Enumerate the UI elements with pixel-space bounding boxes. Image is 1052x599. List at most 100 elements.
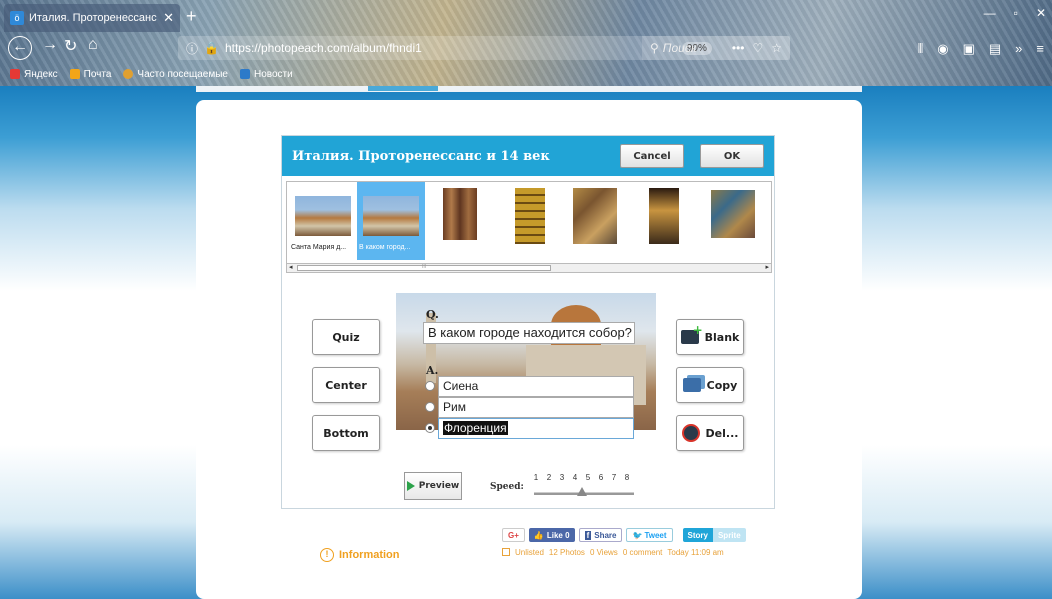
like-button[interactable]: 👍 Like 0 xyxy=(528,528,575,542)
vk-icon xyxy=(239,69,250,79)
thumbnail-scrollbar[interactable]: ◂ III ▸ xyxy=(286,263,772,273)
speed-label: Speed: xyxy=(490,482,524,492)
answer-text-selected: Флоренция xyxy=(443,421,508,435)
favicon-icon: ö xyxy=(10,11,24,25)
question-label: Q. xyxy=(426,308,439,321)
extension-icon[interactable]: ◉ xyxy=(937,41,948,57)
back-icon[interactable]: ← xyxy=(8,36,32,60)
search-input[interactable]: ⚲ Поиск xyxy=(642,36,790,60)
question-input[interactable]: В каком городе находится собор? xyxy=(423,322,635,344)
speed-slider-thumb[interactable] xyxy=(576,487,587,496)
story-toggle[interactable]: Story xyxy=(682,528,713,542)
thumbnail-image xyxy=(363,196,419,236)
url-text[interactable]: https://photopeach.com/album/fhndi1 xyxy=(225,41,682,55)
bookmark-item[interactable]: Яндекс xyxy=(10,69,58,80)
speed-tick: 3 xyxy=(559,473,565,482)
copy-label: Copy xyxy=(706,378,738,392)
blank-label: Blank xyxy=(704,330,740,344)
preview-button[interactable]: Preview xyxy=(404,472,462,500)
tweet-button[interactable]: 🐦 Tweet xyxy=(626,528,673,542)
thumbnail-image xyxy=(295,196,351,236)
lock-icon: 🔒 xyxy=(204,41,219,55)
checkbox-icon[interactable] xyxy=(502,548,510,556)
thumbnail-item-selected[interactable]: В каком город... xyxy=(357,182,425,260)
browser-tab[interactable]: ö Италия. Проторенессанс и 14 ✕ xyxy=(4,4,180,32)
gear-icon xyxy=(123,69,134,79)
window-controls: — ▫ ✕ xyxy=(984,6,1046,20)
search-icon: ⚲ xyxy=(650,41,659,55)
overflow-icon[interactable]: » xyxy=(1015,41,1022,57)
thumbnail-image xyxy=(443,188,477,240)
bookmarks-bar: Яндекс Почта Часто посещаемые Новости xyxy=(0,64,1052,84)
answer-radio[interactable] xyxy=(425,402,435,412)
speed-tick: 4 xyxy=(572,473,578,482)
reload-icon[interactable]: ↻ xyxy=(64,36,77,56)
thumbnail-caption: Санта Мария д... xyxy=(291,244,347,251)
answer-radio[interactable] xyxy=(425,381,435,391)
answer-label: A. xyxy=(426,364,439,377)
new-tab-button[interactable]: + xyxy=(186,6,197,27)
scrollbar-thumb[interactable]: III xyxy=(297,264,551,271)
quiz-button[interactable]: Quiz xyxy=(312,319,380,355)
ok-button[interactable]: OK xyxy=(700,144,764,168)
thumbnail-image xyxy=(649,188,679,244)
thumbnail-item[interactable]: Санта Мария д... xyxy=(289,182,357,260)
answer-input-2[interactable]: Рим xyxy=(438,397,634,418)
social-bar: G+ 👍 Like 0 f Share 🐦 Tweet Story Sprite xyxy=(502,528,746,542)
tab-title: Италия. Проторенессанс и 14 xyxy=(29,12,159,24)
scroll-left-icon[interactable]: ◂ xyxy=(289,264,293,272)
copy-icon xyxy=(682,378,701,392)
thumbnail-item[interactable] xyxy=(425,182,493,260)
share-button[interactable]: f Share xyxy=(578,528,623,542)
close-tab-icon[interactable]: ✕ xyxy=(163,10,174,26)
cancel-button[interactable]: Cancel xyxy=(620,144,684,168)
screenshot-icon[interactable]: ▣ xyxy=(963,41,975,57)
forward-icon[interactable]: → xyxy=(42,36,58,54)
top-strip-accent xyxy=(368,86,438,91)
thumbnail-image xyxy=(711,190,755,238)
speed-tick: 2 xyxy=(546,473,552,482)
thumbnail-item[interactable] xyxy=(493,182,561,260)
info-icon[interactable]: ⓘ xyxy=(186,40,198,57)
search-placeholder: Поиск xyxy=(662,41,697,55)
answer-input-1[interactable]: Сиена xyxy=(438,376,634,397)
speed-tick: 1 xyxy=(533,473,539,482)
yandex-icon xyxy=(10,69,20,79)
sidebar-icon[interactable]: ▤ xyxy=(989,41,1001,57)
toolbar-icons: ⫴ ◉ ▣ ▤ » ≡ xyxy=(918,41,1044,57)
thumbnail-item[interactable] xyxy=(629,182,697,260)
maximize-icon[interactable]: ▫ xyxy=(1014,6,1018,20)
bookmark-item[interactable]: Почта xyxy=(69,69,111,80)
menu-icon[interactable]: ≡ xyxy=(1036,41,1044,57)
play-icon xyxy=(406,481,415,491)
bottom-button[interactable]: Bottom xyxy=(312,415,380,451)
delete-icon xyxy=(681,424,700,442)
thumbnail-item[interactable] xyxy=(697,182,765,260)
tab-bar: ö Италия. Проторенессанс и 14 ✕ + — ▫ ✕ xyxy=(0,0,1052,32)
information-link[interactable]: ! Information xyxy=(320,548,400,562)
thumbnail-image xyxy=(573,188,617,244)
copy-button[interactable]: Copy xyxy=(676,367,744,403)
thumbs-up-icon: 👍 xyxy=(533,530,544,540)
speed-tick: 6 xyxy=(598,473,604,482)
blank-button[interactable]: + Blank xyxy=(676,319,744,355)
facebook-icon: f xyxy=(584,530,592,540)
thumbnail-caption: В каком город... xyxy=(359,244,411,251)
bookmark-item[interactable]: Часто посещаемые xyxy=(123,69,228,80)
home-icon[interactable]: ⌂ xyxy=(88,36,98,54)
album-stats: Unlisted 12 Photos 0 Views 0 comment Tod… xyxy=(502,548,724,557)
answer-input-3[interactable]: Флоренция xyxy=(438,418,634,439)
thumbnail-item[interactable] xyxy=(561,182,629,260)
delete-button[interactable]: Del... xyxy=(676,415,744,451)
center-button[interactable]: Center xyxy=(312,367,380,403)
twitter-icon: 🐦 xyxy=(632,530,643,540)
delete-label: Del... xyxy=(705,426,739,440)
close-window-icon[interactable]: ✕ xyxy=(1036,6,1046,20)
scroll-right-icon[interactable]: ▸ xyxy=(765,264,769,272)
gplus-button[interactable]: G+ xyxy=(502,528,525,542)
sprite-toggle[interactable]: Sprite xyxy=(712,528,746,542)
library-icon[interactable]: ⫴ xyxy=(918,41,923,57)
answer-radio-selected[interactable] xyxy=(425,423,435,433)
minimize-icon[interactable]: — xyxy=(984,6,996,20)
bookmark-item[interactable]: Новости xyxy=(239,69,293,80)
